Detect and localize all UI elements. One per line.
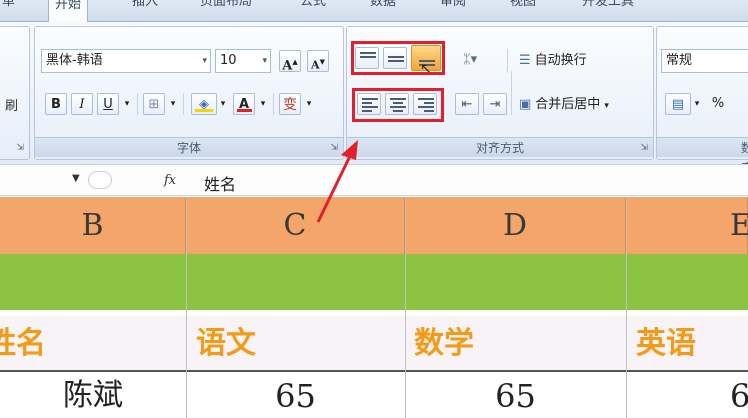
annotation-arrow (316, 140, 358, 223)
arrow-head (341, 140, 358, 160)
arrow-line (316, 151, 354, 223)
